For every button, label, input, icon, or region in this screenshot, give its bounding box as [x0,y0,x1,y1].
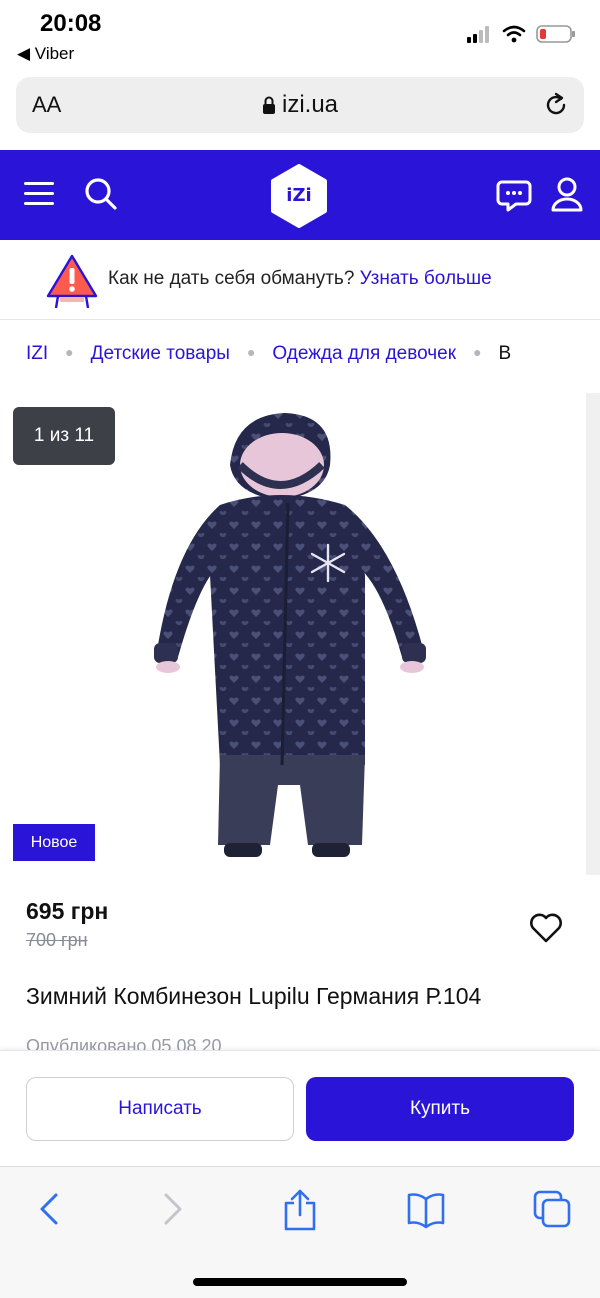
heart-icon[interactable] [528,910,564,944]
product-image[interactable] [140,405,440,865]
action-bar: Написать Купить [0,1050,600,1166]
site-header: iZi [0,150,600,240]
next-image-peek[interactable] [586,393,600,875]
logo-text: iZi [286,185,312,206]
scam-warning-banner[interactable]: Как не дать себя обмануть? Узнать больше [0,240,600,320]
reload-icon[interactable] [542,91,570,119]
learn-more-link[interactable]: Узнать больше [360,268,492,289]
buy-button[interactable]: Купить [306,1077,574,1141]
address-bar[interactable]: AA izi.ua [16,77,584,133]
breadcrumb-item[interactable]: Детские товары [91,343,230,364]
warning-text: Как не дать себя обмануть? Узнать больше [108,268,492,290]
url-display[interactable]: izi.ua [16,91,584,119]
back-to-app-link[interactable]: ◀ Viber [17,44,74,64]
write-message-button[interactable]: Написать [26,1077,294,1141]
battery-icon [536,25,575,43]
new-badge: Новое [13,824,95,861]
bookmarks-icon[interactable] [406,1189,446,1229]
signal-icon [467,26,489,43]
product-gallery[interactable]: 1 из 11 Новое [0,393,600,875]
share-icon[interactable] [282,1189,318,1231]
tabs-icon[interactable] [532,1189,572,1229]
forward-icon[interactable] [160,1189,186,1229]
image-counter: 1 из 11 [13,407,115,465]
warning-message: Как не дать себя обмануть? [108,268,355,289]
product-old-price: 700 грн [26,930,88,950]
user-icon[interactable] [550,176,584,212]
posted-date: Опубликовано 05.08.20 [26,1036,222,1050]
lock-icon [262,96,275,114]
menu-icon[interactable] [24,180,56,208]
status-bar: 20:08 ◀ Viber [0,0,600,70]
breadcrumb-separator: ● [246,344,256,360]
site-logo[interactable]: iZi [267,164,331,228]
product-price: 695 грн [26,898,109,924]
status-icons [466,24,576,44]
back-icon[interactable] [36,1189,62,1229]
breadcrumb: IZI ● Детские товары ● Одежда для девочек ● В [26,343,600,373]
status-time: 20:08 [40,10,102,37]
warning-icon [46,254,98,308]
search-icon[interactable] [84,177,118,211]
home-indicator [193,1278,407,1286]
url-domain: izi.ua [281,91,339,118]
breadcrumb-separator: ● [473,344,482,360]
wifi-icon [502,25,526,43]
breadcrumb-separator: ● [65,344,74,360]
breadcrumb-item[interactable]: Одежда для девочек [272,343,456,364]
breadcrumb-item[interactable]: IZI [26,343,48,364]
chat-icon[interactable] [496,177,532,213]
product-title: Зимний Комбинезон Lupilu Германия Р.104 [26,983,482,1009]
breadcrumb-item[interactable]: В [499,343,512,364]
